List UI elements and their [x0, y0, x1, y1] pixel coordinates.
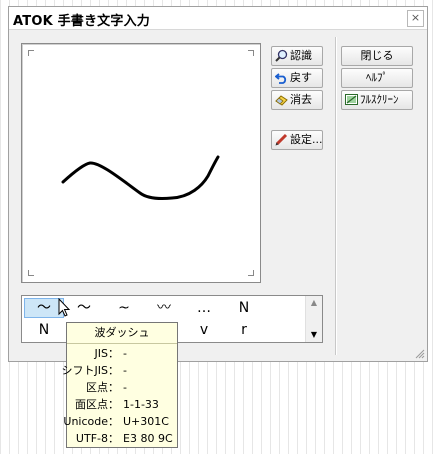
- close-button[interactable]: 閉じる: [341, 46, 413, 66]
- candidate-tooltip: 波ダッシュ JIS： - シフトJIS： - 区点： - 面区点： 1-1-33 Uni…: [61, 322, 178, 448]
- tooltip-row: 区点： -: [86, 381, 127, 394]
- handwritten-stroke: [61, 155, 220, 200]
- candidate-item[interactable]: r: [224, 320, 264, 340]
- drawing-canvas[interactable]: [21, 43, 261, 283]
- magnifier-icon: [275, 49, 288, 62]
- tooltip-row: シフトJIS： -: [61, 364, 127, 377]
- candidate-item[interactable]: ~: [104, 298, 144, 318]
- eraser-icon: [275, 93, 288, 106]
- candidate-item[interactable]: v: [184, 320, 224, 340]
- candidate-item[interactable]: N: [224, 298, 264, 318]
- title-bar[interactable]: ATOK 手書き文字入力 ×: [9, 7, 427, 30]
- candidate-item[interactable]: 〰: [144, 298, 184, 318]
- recognize-button[interactable]: 認識: [271, 46, 323, 66]
- tooltip-row: JIS： -: [94, 347, 127, 360]
- fullscreen-button[interactable]: ﾌﾙｽｸﾘｰﾝ: [341, 90, 413, 110]
- fullscreen-icon: [345, 93, 358, 106]
- settings-button[interactable]: 設定...: [271, 130, 323, 150]
- pencil-icon: [275, 133, 288, 146]
- undo-arrow-icon: [274, 71, 288, 84]
- candidate-item[interactable]: N: [24, 320, 64, 340]
- erase-button[interactable]: 消去: [271, 90, 323, 110]
- tooltip-title: 波ダッシュ: [67, 323, 177, 344]
- tooltip-row: 面区点： 1-1-33: [75, 398, 159, 411]
- undo-button[interactable]: 戻す: [271, 68, 323, 88]
- scroll-down-icon[interactable]: ▼: [306, 328, 322, 342]
- mouse-pointer-icon: [58, 298, 71, 317]
- candidate-scrollbar[interactable]: ▲ ▼: [305, 296, 322, 342]
- resize-grip-icon[interactable]: [415, 349, 425, 359]
- candidate-item[interactable]: …: [184, 298, 224, 318]
- scroll-up-icon[interactable]: ▲: [306, 296, 322, 310]
- tooltip-row: UTF-8： E3 80 9C: [75, 432, 173, 445]
- help-button[interactable]: ﾍﾙﾌﾟ: [341, 68, 413, 88]
- window-title: ATOK 手書き文字入力: [13, 14, 150, 29]
- panel-divider: [335, 37, 337, 355]
- tooltip-row: Unicode： U+301C: [63, 415, 169, 428]
- close-icon[interactable]: ×: [407, 10, 424, 27]
